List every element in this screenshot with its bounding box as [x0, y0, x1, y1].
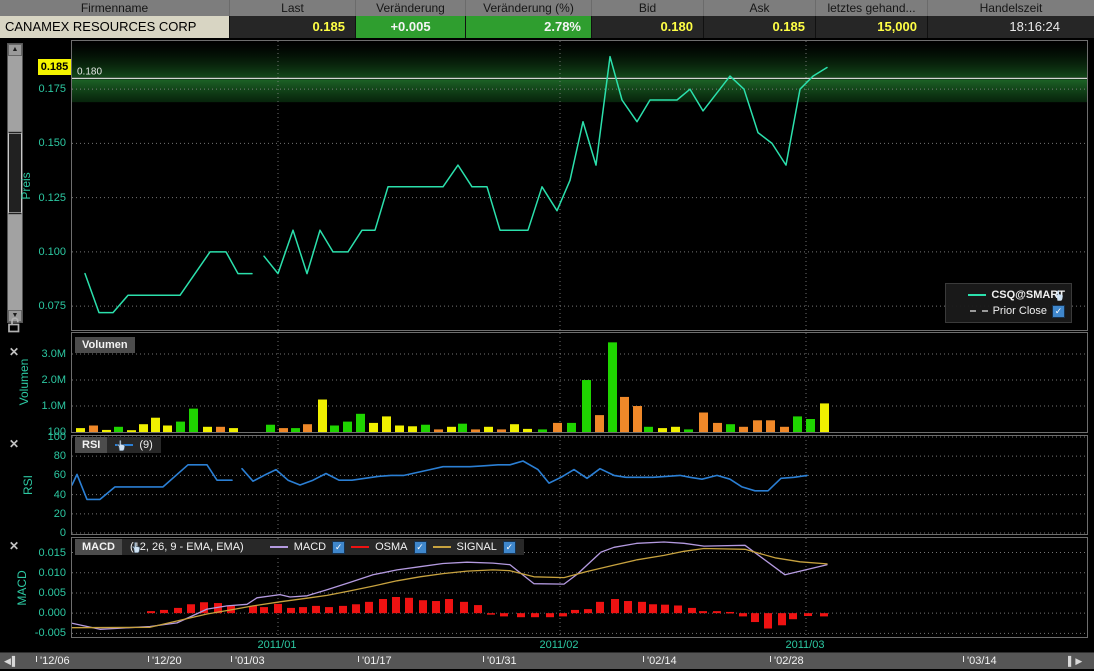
bid-cell[interactable]: 0.180	[592, 16, 704, 38]
date-tick	[358, 656, 359, 662]
unlock-icon[interactable]	[7, 317, 22, 333]
rsi-ytick-label: 100	[0, 430, 66, 444]
macd-ytick-label: -0.005	[0, 626, 66, 640]
date-tick	[148, 656, 149, 662]
change-cell[interactable]: +0.005	[356, 16, 466, 38]
date-axis-scrollbar[interactable]: ◀▌ ▌▶ '12/06 '12/20 '01/03 '01/17 '01/31 '02/…	[0, 652, 1094, 669]
prior-close-label: 0.180	[77, 66, 102, 77]
scroll-left-icon[interactable]: ◀▌	[4, 655, 19, 668]
date-tick	[643, 656, 644, 662]
macd-ytick-label: 0.005	[0, 586, 66, 600]
col-header-veraenderung-pct: Veränderung (%)	[466, 0, 592, 16]
price-ytick-label: 0.100	[0, 245, 66, 259]
volume-chart-svg	[71, 332, 1088, 433]
date-tick-label: '03/14	[967, 654, 997, 669]
osma-legend-label: OSMA	[375, 540, 407, 554]
quote-value-row[interactable]: CANAMEX RESOURCES CORP 0.185 +0.005 2.78…	[0, 16, 1094, 38]
ask-cell[interactable]: 0.185	[704, 16, 816, 38]
date-tick-label: '12/20	[152, 654, 182, 669]
date-tick-label: '01/03	[235, 654, 265, 669]
rsi-ytick-label: 80	[0, 449, 66, 463]
macd-ytick-label: 0.010	[0, 566, 66, 580]
date-tick-label: '01/17	[362, 654, 392, 669]
price-chart-legend[interactable]: CSQ@SMART Prior Close ✓	[945, 283, 1072, 323]
macd-badge-param: (12, 26, 9 - EMA, EMA)	[130, 540, 244, 554]
col-header-handelszeit: Handelszeit	[928, 0, 1094, 16]
price-ytick-label: 0.150	[0, 136, 66, 150]
price-ytick-label: 0.125	[0, 191, 66, 205]
last-price-axis-tag: 0.185	[38, 59, 71, 75]
rsi-ytick-label: 0	[0, 526, 66, 540]
change-pct-cell[interactable]: 2.78%	[466, 16, 592, 38]
macd-badge-title: MACD	[75, 539, 122, 555]
date-tick	[770, 656, 771, 662]
date-tick	[231, 656, 232, 662]
price-ytick-label: 0.175	[0, 82, 66, 96]
macd-checkbox[interactable]: ✓	[332, 541, 345, 554]
rsi-panel-badge[interactable]: RSI (9)	[75, 437, 161, 453]
date-tick-label: '01/31	[487, 654, 517, 669]
osma-checkbox[interactable]: ✓	[414, 541, 427, 554]
col-header-ask: Ask	[704, 0, 816, 16]
macd-panel-badge[interactable]: MACD (12, 26, 9 - EMA, EMA) MACD ✓ OSMA …	[75, 539, 524, 555]
rsi-ytick-label: 60	[0, 468, 66, 482]
signal-checkbox[interactable]: ✓	[503, 541, 516, 554]
scrollbar-up-button[interactable]: ▲	[8, 44, 22, 56]
date-tick	[963, 656, 964, 662]
date-tick-label: '02/14	[647, 654, 677, 669]
col-header-firmenname: Firmenname	[0, 0, 230, 16]
company-name-cell[interactable]: CANAMEX RESOURCES CORP	[0, 16, 230, 38]
col-header-veraenderung: Veränderung	[356, 0, 466, 16]
prior-close-line-sample	[970, 310, 988, 312]
macd-ytick-label: 0.015	[0, 546, 66, 560]
scroll-right-icon[interactable]: ▌▶	[1068, 655, 1083, 668]
volume-badge-title: Volumen	[75, 337, 135, 353]
last-size-cell[interactable]: 15,000	[816, 16, 928, 38]
volume-ytick-label: 1.0M	[0, 399, 66, 413]
date-tick	[36, 656, 37, 662]
date-tick-label: '12/06	[40, 654, 70, 669]
signal-legend-label: SIGNAL	[457, 540, 497, 554]
rsi-badge-param: (9)	[139, 438, 152, 452]
month-label: 2011/02	[540, 639, 579, 651]
hand-cursor-icon[interactable]	[115, 439, 127, 452]
volume-ytick-label: 2.0M	[0, 373, 66, 387]
prior-close-checkbox[interactable]: ✓	[1052, 305, 1065, 318]
rsi-ytick-label: 20	[0, 507, 66, 521]
col-header-last-size: letztes gehand...	[816, 0, 928, 16]
quote-header-row: Firmenname Last Veränderung Veränderung …	[0, 0, 1094, 16]
date-tick	[483, 656, 484, 662]
col-header-bid: Bid	[592, 0, 704, 16]
col-header-last: Last	[230, 0, 356, 16]
hand-cursor-icon[interactable]	[130, 541, 142, 554]
date-tick-label: '02/28	[774, 654, 804, 669]
trade-time-cell[interactable]: 18:16:24	[928, 16, 1094, 38]
rsi-ytick-label: 40	[0, 488, 66, 502]
rsi-badge-title: RSI	[75, 437, 107, 453]
last-price-cell[interactable]: 0.185	[230, 16, 356, 38]
macd-legend-label: MACD	[294, 540, 326, 554]
price-ytick-label: 0.075	[0, 299, 66, 313]
volume-ytick-label: 3.0M	[0, 347, 66, 361]
volume-panel-badge: Volumen	[75, 337, 135, 353]
price-chart-svg: 0.180	[71, 40, 1088, 331]
hand-cursor-icon[interactable]	[1053, 289, 1065, 302]
macd-ytick-label: 0.000	[0, 606, 66, 620]
osma-line-sample	[351, 546, 369, 548]
prior-close-legend-label: Prior Close	[993, 305, 1047, 317]
macd-line-sample	[270, 546, 288, 548]
rsi-chart-svg	[71, 435, 1088, 535]
series-line-sample	[968, 294, 986, 296]
month-label: 2011/01	[258, 639, 297, 651]
month-label: 2011/03	[786, 639, 825, 651]
signal-line-sample	[433, 546, 451, 548]
